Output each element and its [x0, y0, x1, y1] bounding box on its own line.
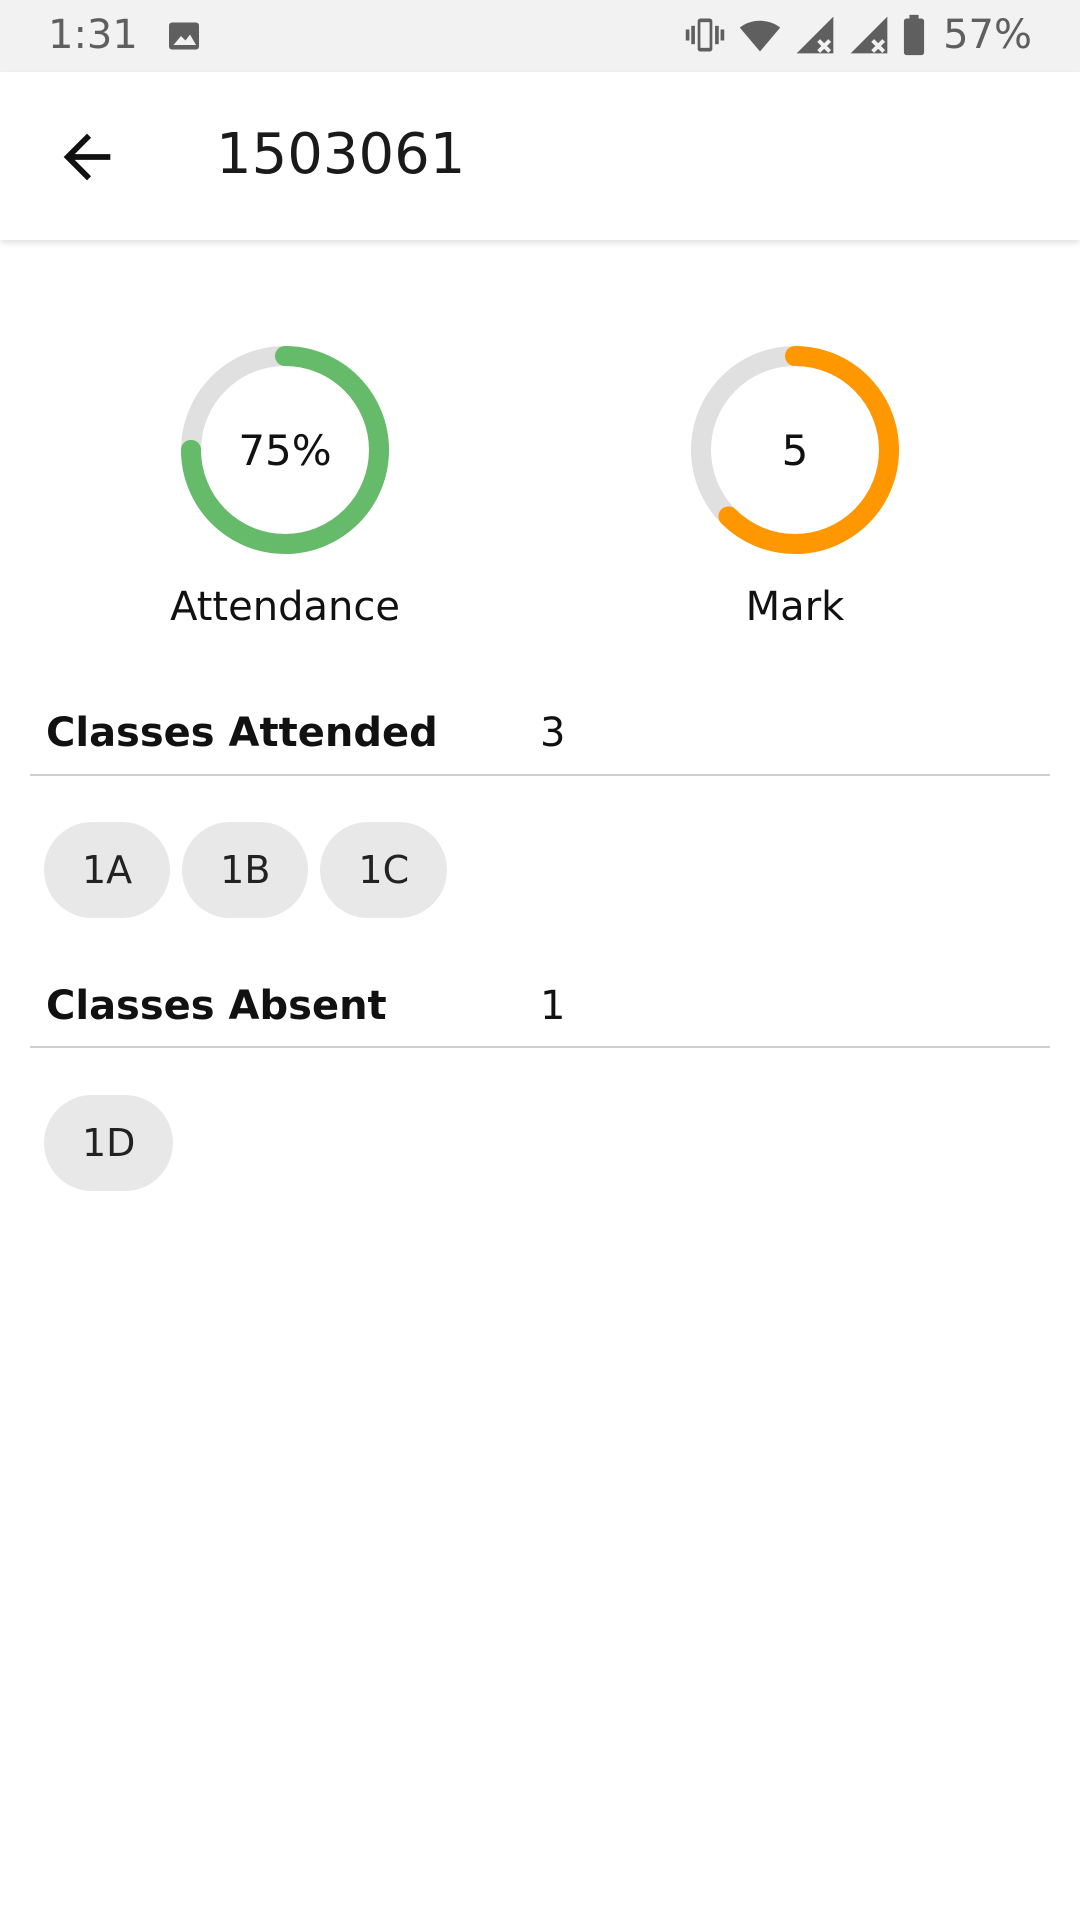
classes-attended-count: 3 — [540, 710, 566, 756]
page-title: 1503061 — [216, 122, 466, 187]
classes-absent-label: Classes Absent — [46, 983, 387, 1029]
classes-absent-chips: 1D — [44, 1095, 174, 1191]
arrow-left-icon — [63, 133, 111, 181]
battery-icon — [901, 13, 927, 57]
back-button[interactable] — [52, 122, 122, 192]
classes-absent-count: 1 — [540, 983, 566, 1029]
classes-attended-chips: 1A 1B 1C — [44, 822, 448, 918]
status-bar: 1:31 57% — [0, 0, 1080, 72]
attendance-label: Attendance — [170, 584, 400, 630]
divider — [30, 774, 1050, 776]
app-bar: 1503061 — [0, 72, 1080, 240]
mark-ring: 5 — [685, 340, 905, 560]
class-chip-1d[interactable]: 1D — [44, 1095, 174, 1191]
classes-attended-label: Classes Attended — [46, 710, 438, 756]
mark-label: Mark — [745, 584, 845, 630]
status-icons: 57% — [683, 12, 1032, 58]
class-chip-1c[interactable]: 1C — [320, 822, 448, 918]
attendance-value: 75% — [238, 425, 332, 475]
status-time: 1:31 — [48, 12, 138, 58]
vibrate-icon — [683, 13, 727, 57]
signal-no-data-icon — [793, 13, 837, 57]
class-chip-1b[interactable]: 1B — [182, 822, 309, 918]
wifi-icon — [737, 13, 783, 57]
battery-percent: 57% — [943, 12, 1032, 58]
attendance-ring: 75% — [175, 340, 395, 560]
divider — [30, 1046, 1050, 1048]
image-icon — [166, 18, 202, 54]
mark-value: 5 — [781, 425, 809, 475]
signal-no-data-icon — [847, 13, 891, 57]
class-chip-1a[interactable]: 1A — [44, 822, 171, 918]
